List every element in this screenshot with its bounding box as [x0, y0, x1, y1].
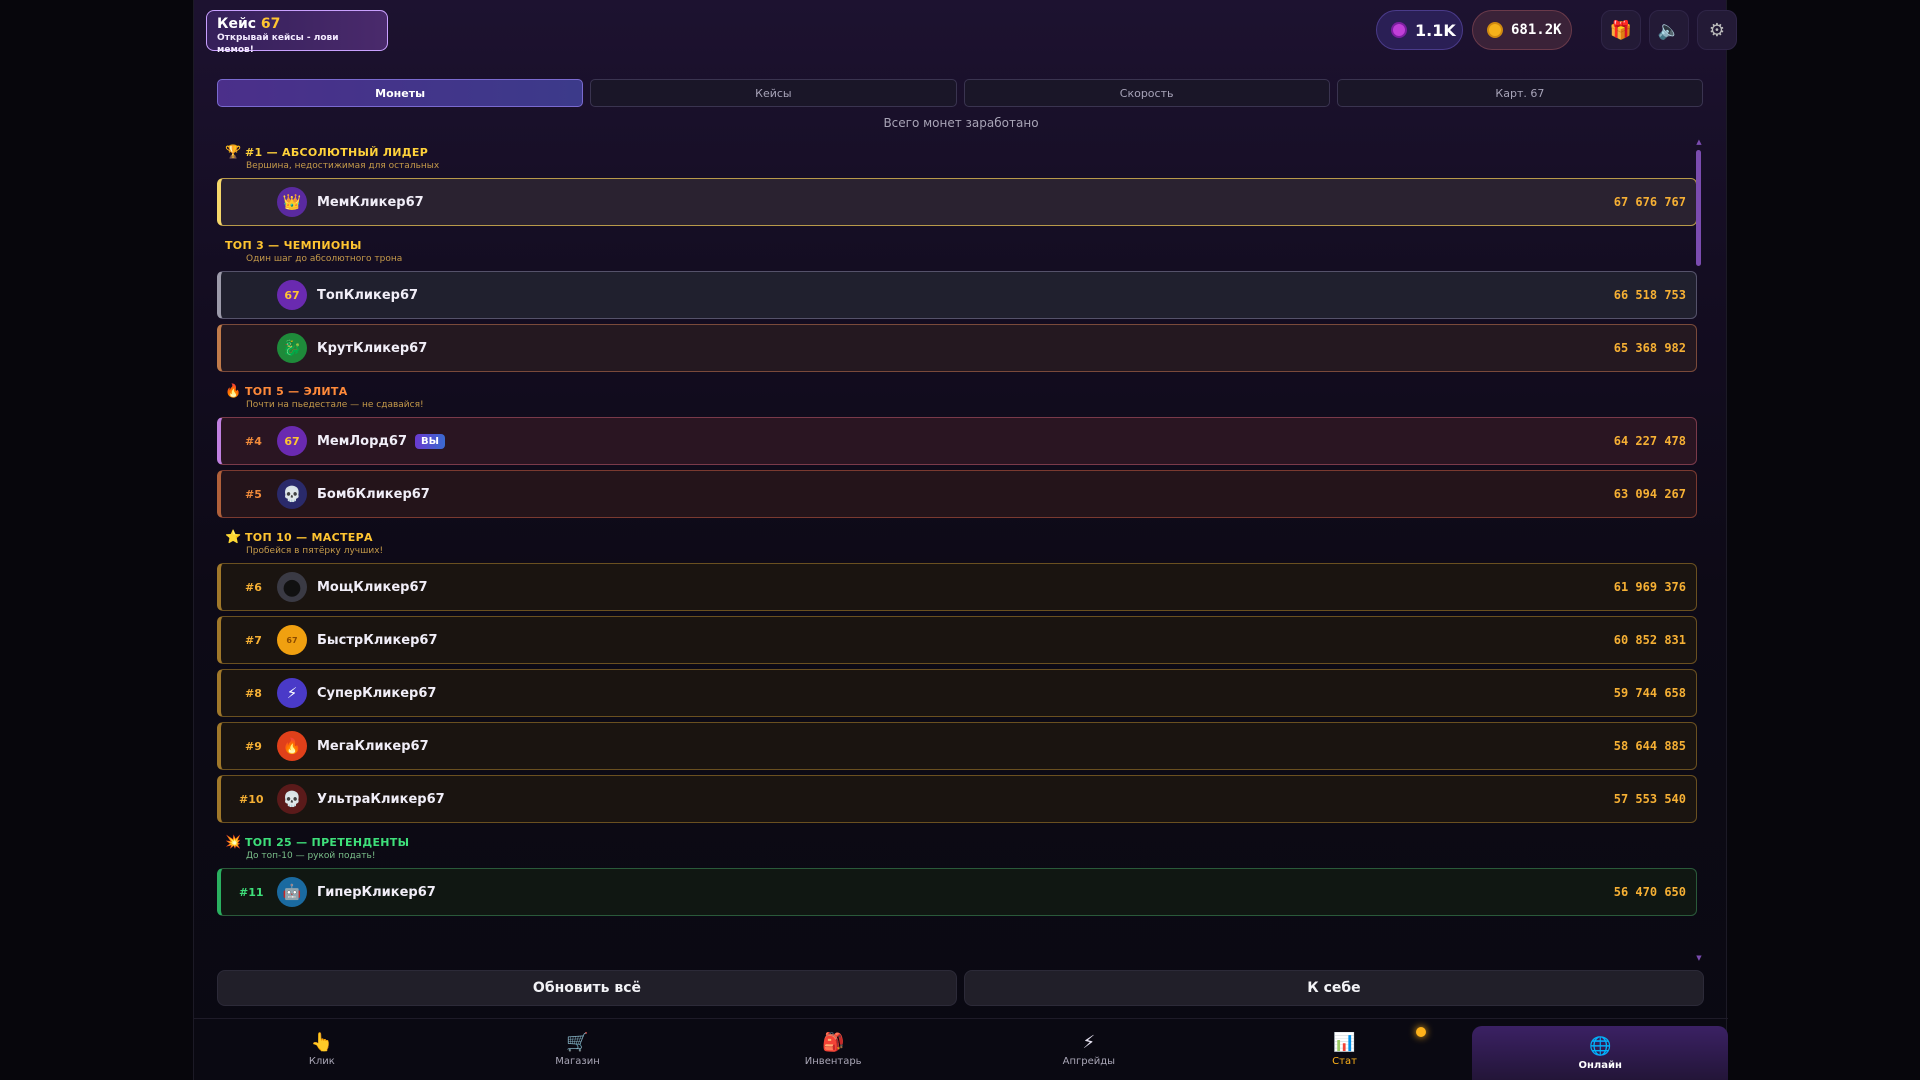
- brand-badge: Кейс 67 Открывай кейсы - лови мемов!: [206, 10, 388, 55]
- lightning-icon: ⚡: [1082, 1032, 1096, 1053]
- nav-upgrades[interactable]: ⚡ Апгрейды: [961, 1019, 1217, 1080]
- avatar: 67: [277, 280, 307, 310]
- globe-icon: 🌐: [1588, 1035, 1612, 1057]
- avatar: 67: [277, 426, 307, 456]
- player-score: 56 470 650: [1613, 885, 1686, 899]
- player-name: КрутКликер67: [317, 340, 428, 356]
- gear-icon: ⚙: [1708, 19, 1726, 41]
- gift-icon: 🎁: [1609, 19, 1633, 41]
- nav-click[interactable]: 👆 Клик: [194, 1019, 450, 1080]
- star-icon: ⭐: [225, 530, 242, 545]
- leaderboard-row-current-user[interactable]: #4 67 МемЛорд67 ВЫ 64 227 478: [217, 417, 1697, 465]
- group-header: 🔥 ТОП 5 — ЭЛИТА Почти на пьедестале — не …: [225, 384, 424, 411]
- nav-online[interactable]: 🌐 Онлайн: [1472, 1026, 1729, 1080]
- pointer-hand-icon: 👆: [310, 1032, 334, 1053]
- scroll-up-icon[interactable]: ▲: [1695, 138, 1703, 146]
- bottom-nav: 👆 Клик 🛒 Магазин 🎒 Инвентарь ⚡ Апгрейды …: [194, 1018, 1729, 1080]
- gem-icon: [1391, 22, 1407, 38]
- scroll-down-icon[interactable]: ▼: [1695, 954, 1703, 962]
- player-score: 64 227 478: [1613, 434, 1686, 448]
- player-name: СуперКликер67: [317, 685, 437, 701]
- player-name: МегаКликер67: [317, 738, 429, 754]
- leaderboard-row[interactable]: #10 💀 УльтраКликер67 57 553 540: [217, 775, 1697, 823]
- coins-value: 681.2K: [1511, 22, 1562, 38]
- group-header: ⭐ ТОП 10 — МАСТЕРА Пробейся в пятёрку луч…: [225, 530, 384, 557]
- player-score: 60 852 831: [1613, 633, 1686, 647]
- scroll-thumb[interactable]: [1696, 150, 1701, 266]
- avatar: 👑: [277, 187, 307, 217]
- player-name: УльтраКликер67: [317, 791, 445, 807]
- leaderboard-row[interactable]: #8 ⚡ СуперКликер67 59 744 658: [217, 669, 1697, 717]
- leaderboard-row[interactable]: #6 ● МощКликер67 61 969 376: [217, 563, 1697, 611]
- refresh-all-button[interactable]: Обновить всё: [217, 970, 957, 1006]
- player-score: 58 644 885: [1613, 739, 1686, 753]
- trophy-icon: 🏆: [225, 145, 242, 160]
- avatar: 🔥: [277, 731, 307, 761]
- cart-icon: 🛒: [566, 1032, 589, 1053]
- fire-icon: 🔥: [225, 384, 242, 399]
- player-name: ТопКликер67: [317, 287, 419, 303]
- leaderboard-row[interactable]: #5 💀 БомбКликер67 63 094 267: [217, 470, 1697, 518]
- coins-counter[interactable]: 681.2K: [1472, 10, 1572, 50]
- player-score: 59 744 658: [1613, 686, 1686, 700]
- brand-tagline: Открывай кейсы - лови мемов!: [217, 33, 339, 55]
- settings-button[interactable]: ⚙: [1697, 10, 1737, 50]
- brand-title: Кейс 67: [217, 16, 281, 32]
- player-name: БомбКликер67: [317, 486, 430, 502]
- player-name: БыстрКликер67: [317, 632, 438, 648]
- avatar: ●: [277, 572, 307, 602]
- sound-button[interactable]: 🔈: [1649, 10, 1689, 50]
- tab-coins[interactable]: Монеты: [217, 79, 584, 107]
- leaderboard-row[interactable]: #7 67 БыстрКликер67 60 852 831: [217, 616, 1697, 664]
- coin-icon: [1487, 22, 1503, 38]
- leaderboard-row[interactable]: 👑 МемКликер67 67 676 767: [217, 178, 1697, 226]
- avatar: ⚡: [277, 678, 307, 708]
- leaderboard-subtitle: Всего монет заработано: [883, 116, 1039, 130]
- player-score: 66 518 753: [1613, 288, 1686, 302]
- you-badge: ВЫ: [415, 433, 445, 449]
- avatar: 🐉: [277, 333, 307, 363]
- bar-chart-icon: 📊: [1333, 1032, 1356, 1053]
- leaderboard-tabs: Монеты Кейсы Скорость Карт. 67: [217, 79, 1703, 107]
- group-header: 💥 ТОП 25 — ПРЕТЕНДЕНТЫ До топ-10 — рукой …: [225, 835, 410, 862]
- gift-button[interactable]: 🎁: [1601, 10, 1641, 50]
- gems-value: 1.1K: [1415, 20, 1456, 40]
- nav-inventory[interactable]: 🎒 Инвентарь: [705, 1019, 961, 1080]
- player-score: 63 094 267: [1613, 487, 1686, 501]
- player-score: 65 368 982: [1613, 341, 1686, 355]
- app-window: Кейс 67 Открывай кейсы - лови мемов! 1.1…: [193, 0, 1737, 1080]
- speaker-icon: 🔈: [1657, 19, 1681, 41]
- nav-stats[interactable]: 📊 Стат: [1217, 1019, 1473, 1080]
- player-score: 67 676 767: [1613, 195, 1686, 209]
- player-score: 57 553 540: [1613, 792, 1686, 806]
- scroll-to-self-button[interactable]: К себе: [964, 970, 1704, 1006]
- player-name: МемЛорд67: [317, 433, 408, 449]
- avatar: 💀: [277, 479, 307, 509]
- tab-speed[interactable]: Скорость: [963, 79, 1330, 107]
- avatar: 💀: [277, 784, 307, 814]
- avatar: 🤖: [277, 877, 307, 907]
- backpack-icon: 🎒: [821, 1032, 845, 1053]
- leaderboard-row[interactable]: 🐉 КрутКликер67 65 368 982: [217, 324, 1697, 372]
- leaderboard-row[interactable]: 67 ТопКликер67 66 518 753: [217, 271, 1697, 319]
- group-header: ТОП 3 — ЧЕМПИОНЫ Один шаг до абсолютного…: [225, 239, 403, 264]
- leaderboard-row[interactable]: #9 🔥 МегаКликер67 58 644 885: [217, 722, 1697, 770]
- nav-shop[interactable]: 🛒 Магазин: [450, 1019, 706, 1080]
- gems-counter[interactable]: 1.1K: [1376, 10, 1463, 50]
- leaderboard-row[interactable]: #11 🤖 ГиперКликер67 56 470 650: [217, 868, 1697, 916]
- player-score: 61 969 376: [1613, 580, 1686, 594]
- tab-cases[interactable]: Кейсы: [590, 79, 957, 107]
- avatar: 67: [277, 625, 307, 655]
- tab-cards[interactable]: Карт. 67: [1336, 79, 1703, 107]
- leaderboard-list[interactable]: 🏆 #1 — АБСОЛЮТНЫЙ ЛИДЕР Вершина, недостиж…: [217, 138, 1697, 962]
- group-header: 🏆 #1 — АБСОЛЮТНЫЙ ЛИДЕР Вершина, недостиж…: [225, 145, 440, 172]
- notification-dot: [1416, 1027, 1426, 1037]
- player-name: МощКликер67: [317, 579, 428, 595]
- player-name: МемКликер67: [317, 194, 424, 210]
- burst-icon: 💥: [225, 835, 242, 850]
- player-name: ГиперКликер67: [317, 884, 436, 900]
- list-scrollbar[interactable]: ▲ ▼: [1695, 138, 1703, 962]
